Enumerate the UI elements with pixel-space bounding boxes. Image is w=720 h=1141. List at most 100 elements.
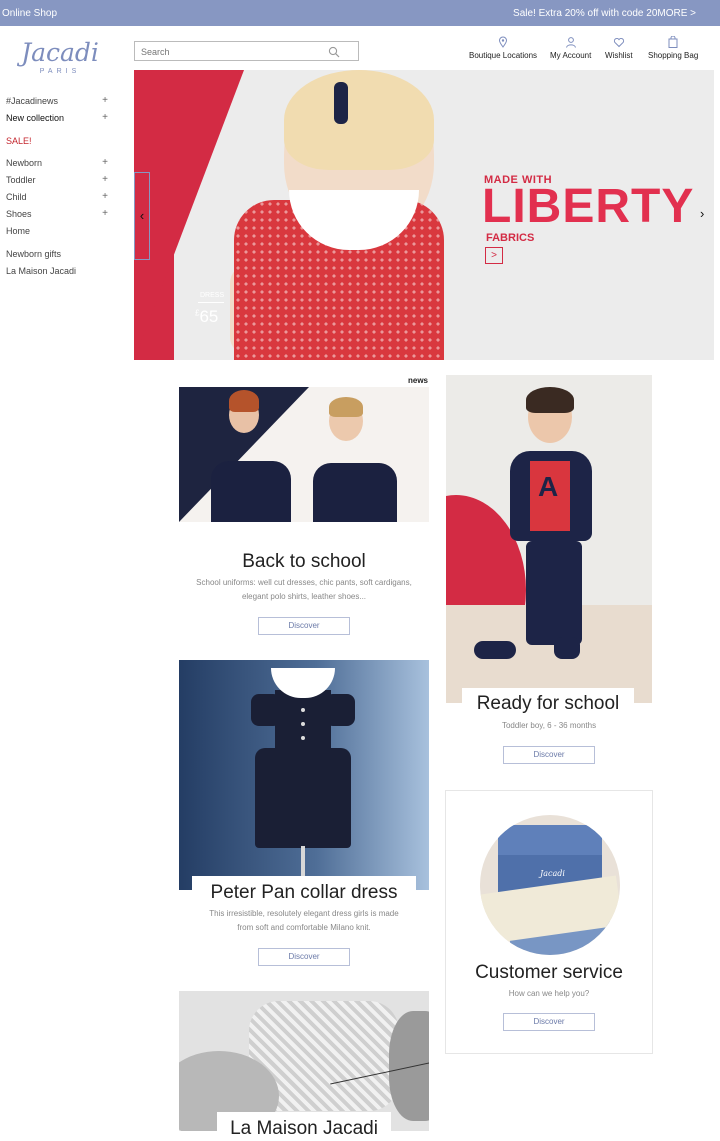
rfs-boy-shoe-left <box>474 641 516 659</box>
sidebar-item-sale[interactable]: SALE! <box>6 136 110 150</box>
back-to-school-image[interactable] <box>179 387 429 522</box>
jacadi-logo[interactable]: Jacadi PARIS <box>20 40 100 80</box>
hero-price-value: 65 <box>199 307 219 326</box>
customer-service-discover-button[interactable]: Discover <box>503 1013 595 1031</box>
pp-dress-button <box>301 722 305 726</box>
peter-pan-discover-button[interactable]: Discover <box>258 948 350 966</box>
sidebar-item-toddler[interactable]: Toddler + <box>6 174 110 189</box>
rfs-boy-shoe-right <box>554 637 580 659</box>
peter-pan-desc: This irresistible, resolutely elegant dr… <box>179 907 429 935</box>
rfs-sweater-letter: A <box>538 471 559 502</box>
sidebar-item-label: SALE! <box>6 136 32 146</box>
shopping-bag-label: Shopping Bag <box>648 51 699 60</box>
my-account-label: My Account <box>550 51 592 60</box>
bts-boy-blazer <box>313 463 397 522</box>
online-shop-label[interactable]: Online Shop <box>2 8 57 19</box>
sidebar-item-label: Toddler <box>6 175 36 185</box>
boutique-locations-label: Boutique Locations <box>469 51 538 60</box>
la-maison-title: La Maison Jacadi <box>217 1112 391 1141</box>
customer-service-image: Jacadi <box>480 815 620 955</box>
cs-gift-box-lid <box>498 825 602 855</box>
ready-for-school-discover-button[interactable]: Discover <box>503 746 595 764</box>
pp-dress-button <box>301 736 305 740</box>
ready-for-school-image[interactable]: A <box>446 375 652 703</box>
la-maison-jacadi-image[interactable] <box>179 991 429 1131</box>
peter-pan-desc-line1: This irresistible, resolutely elegant dr… <box>209 909 399 918</box>
search-icon[interactable] <box>328 45 340 58</box>
pp-dress-button <box>301 708 305 712</box>
promo-link[interactable]: Sale! Extra 20% off with code 20MORE > <box>513 8 696 19</box>
carousel-next-button[interactable]: › <box>700 206 704 221</box>
sidebar-item-new-collection[interactable]: New collection + <box>6 112 110 127</box>
sidebar-item-label: Newborn gifts <box>6 249 62 259</box>
sidebar-item-label: Shoes <box>6 209 32 219</box>
sidebar-item-home[interactable]: Home <box>6 226 110 240</box>
heart-icon <box>613 36 625 48</box>
shopping-bag-link[interactable]: Shopping Bag <box>648 35 699 60</box>
back-to-school-desc-line1: School uniforms: well cut dresses, chic … <box>196 578 412 587</box>
expand-plus-icon[interactable]: + <box>102 112 108 123</box>
chevron-left-icon: ‹ <box>139 208 145 223</box>
pp-dress-skirt <box>255 748 351 848</box>
hero-price: £65 <box>195 307 218 327</box>
hero-price-divider <box>198 302 224 303</box>
sidebar-item-jacadinews[interactable]: #Jacadinews + <box>6 95 110 110</box>
ready-for-school-desc: Toddler boy, 6 - 36 months <box>501 721 597 730</box>
rfs-boy-hair <box>526 387 574 413</box>
hero-headline: LIBERTY <box>482 180 695 233</box>
customer-service-desc: How can we help you? <box>508 989 590 998</box>
bts-girl-hair <box>229 390 259 412</box>
hero-fabrics: FABRICS <box>486 232 535 244</box>
sidebar-item-label: Newborn <box>6 158 43 168</box>
sidebar-item-newborn[interactable]: Newborn + <box>6 157 110 172</box>
news-tag: news <box>408 376 429 385</box>
sidebar-item-label: Child <box>6 192 27 202</box>
logo-sub: PARIS <box>39 68 81 75</box>
hero-model-hair <box>284 70 434 170</box>
carousel-prev-button[interactable]: ‹ <box>134 172 150 260</box>
back-to-school-title: Back to school <box>179 551 429 573</box>
hero-red-wedge <box>134 70 244 360</box>
hero-hair-bow <box>334 82 348 124</box>
sidebar-item-child[interactable]: Child + <box>6 191 110 206</box>
peter-pan-desc-line2: from soft and comfortable Milano knit. <box>237 923 371 932</box>
sidebar-item-label: New collection <box>6 113 65 123</box>
expand-plus-icon[interactable]: + <box>102 95 108 106</box>
shopping-bag-icon <box>667 35 679 48</box>
pp-dress-bodice <box>275 690 331 750</box>
hero-go-button[interactable]: > <box>485 247 503 264</box>
back-to-school-desc: School uniforms: well cut dresses, chic … <box>179 576 429 604</box>
user-icon <box>565 36 577 48</box>
search-box <box>134 41 359 61</box>
my-account-link[interactable]: My Account <box>550 36 591 60</box>
sidebar-item-label: La Maison Jacadi <box>6 266 77 276</box>
sidebar-item-newborn-gifts[interactable]: Newborn gifts <box>6 249 110 263</box>
sidebar-item-label: #Jacadinews <box>6 96 59 106</box>
search-input[interactable] <box>135 43 315 61</box>
wishlist-label: Wishlist <box>605 51 633 60</box>
bts-girl-cardigan <box>211 461 291 522</box>
ready-for-school-title: Ready for school <box>462 688 634 715</box>
chevron-right-icon: › <box>700 206 705 221</box>
wishlist-link[interactable]: Wishlist <box>605 36 633 60</box>
map-pin-icon <box>497 36 509 48</box>
sidebar-item-shoes[interactable]: Shoes + <box>6 208 110 223</box>
expand-plus-icon[interactable]: + <box>102 208 108 219</box>
sidebar-item-label: Home <box>6 226 31 236</box>
expand-plus-icon[interactable]: + <box>102 157 108 168</box>
sidebar-item-la-maison-jacadi[interactable]: La Maison Jacadi <box>6 266 110 280</box>
peter-pan-dress-image[interactable] <box>179 660 429 890</box>
hero-price-label: DRESS <box>200 292 225 299</box>
rfs-boy-pants <box>526 541 582 645</box>
cs-box-logo: Jacadi <box>540 869 565 878</box>
back-to-school-desc-line2: elegant polo shirts, leather shoes... <box>241 592 367 601</box>
boutique-locations-link[interactable]: Boutique Locations <box>469 36 537 60</box>
bts-boy-hair <box>329 397 363 417</box>
logo-brand: Jacadi <box>21 38 99 67</box>
hero-banner[interactable]: MADE WITH LIBERTY FABRICS > DRESS £65 <box>134 70 714 360</box>
expand-plus-icon[interactable]: + <box>102 191 108 202</box>
customer-service-title: Customer service <box>446 962 652 984</box>
peter-pan-title: Peter Pan collar dress <box>192 876 416 904</box>
back-to-school-discover-button[interactable]: Discover <box>258 617 350 635</box>
expand-plus-icon[interactable]: + <box>102 174 108 185</box>
